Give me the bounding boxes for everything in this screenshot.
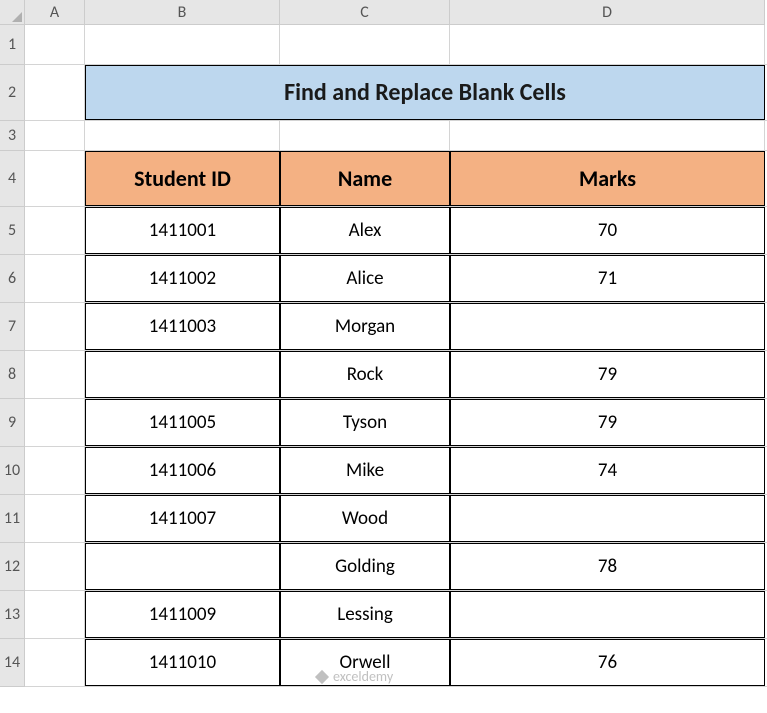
col-header-b[interactable]: B xyxy=(85,0,280,25)
row-header-14[interactable]: 14 xyxy=(0,639,25,687)
table-row: 1411007 Wood xyxy=(25,495,767,543)
table-row: 1411002 Alice 71 xyxy=(25,255,767,303)
cell-name[interactable]: Orwell xyxy=(280,639,450,686)
spreadsheet: A B C D 1 2 3 4 5 6 7 8 9 10 11 12 13 14 xyxy=(0,0,767,713)
cell-a2[interactable] xyxy=(25,65,85,120)
cell-a9[interactable] xyxy=(25,399,85,446)
cell-a10[interactable] xyxy=(25,447,85,494)
cell-marks[interactable]: 76 xyxy=(450,639,765,686)
cell-a14[interactable] xyxy=(25,639,85,686)
cell-d1[interactable] xyxy=(450,25,765,64)
col-header-c[interactable]: C xyxy=(280,0,450,25)
cell-student-id[interactable]: 1411010 xyxy=(85,639,280,686)
cell-name[interactable]: Alex xyxy=(280,207,450,254)
row-header-4[interactable]: 4 xyxy=(0,151,25,207)
cell-a11[interactable] xyxy=(25,495,85,542)
cell-student-id[interactable] xyxy=(85,351,280,398)
cell-name[interactable]: Mike xyxy=(280,447,450,494)
row-headers: 1 2 3 4 5 6 7 8 9 10 11 12 13 14 xyxy=(0,25,25,713)
header-student-id[interactable]: Student ID xyxy=(85,151,280,206)
table-row: 1411010 Orwell 76 xyxy=(25,639,767,687)
row-header-12[interactable]: 12 xyxy=(0,543,25,591)
cell-a3[interactable] xyxy=(25,121,85,150)
cell-d3[interactable] xyxy=(450,121,765,150)
cell-name[interactable]: Alice xyxy=(280,255,450,302)
cell-student-id[interactable]: 1411005 xyxy=(85,399,280,446)
table-row: 1411003 Morgan xyxy=(25,303,767,351)
cell-student-id[interactable]: 1411003 xyxy=(85,303,280,350)
cell-marks[interactable] xyxy=(450,303,765,350)
cells-area: Find and Replace Blank Cells Student ID … xyxy=(25,25,767,713)
cell-marks[interactable] xyxy=(450,591,765,638)
title-cell[interactable]: Find and Replace Blank Cells xyxy=(85,65,765,120)
table-row: 1411006 Mike 74 xyxy=(25,447,767,495)
row-header-2[interactable]: 2 xyxy=(0,65,25,121)
cell-student-id[interactable]: 1411002 xyxy=(85,255,280,302)
header-name[interactable]: Name xyxy=(280,151,450,206)
row-header-3[interactable]: 3 xyxy=(0,121,25,151)
cell-marks[interactable]: 71 xyxy=(450,255,765,302)
cell-a6[interactable] xyxy=(25,255,85,302)
cell-name[interactable]: Lessing xyxy=(280,591,450,638)
col-header-d[interactable]: D xyxy=(450,0,765,25)
cell-a1[interactable] xyxy=(25,25,85,64)
cell-name[interactable]: Tyson xyxy=(280,399,450,446)
cell-a8[interactable] xyxy=(25,351,85,398)
row-header-11[interactable]: 11 xyxy=(0,495,25,543)
cell-name[interactable]: Golding xyxy=(280,543,450,590)
cell-student-id[interactable]: 1411006 xyxy=(85,447,280,494)
cell-b3[interactable] xyxy=(85,121,280,150)
row-header-13[interactable]: 13 xyxy=(0,591,25,639)
cell-a13[interactable] xyxy=(25,591,85,638)
cell-marks[interactable]: 79 xyxy=(450,351,765,398)
cell-student-id[interactable]: 1411007 xyxy=(85,495,280,542)
row-header-8[interactable]: 8 xyxy=(0,351,25,399)
col-header-a[interactable]: A xyxy=(25,0,85,25)
row-header-5[interactable]: 5 xyxy=(0,207,25,255)
cell-marks[interactable]: 79 xyxy=(450,399,765,446)
cell-student-id[interactable]: 1411001 xyxy=(85,207,280,254)
cell-a7[interactable] xyxy=(25,303,85,350)
table-row: 1411001 Alex 70 xyxy=(25,207,767,255)
table-row: 1411005 Tyson 79 xyxy=(25,399,767,447)
cell-marks[interactable]: 70 xyxy=(450,207,765,254)
cell-c3[interactable] xyxy=(280,121,450,150)
cell-student-id[interactable] xyxy=(85,543,280,590)
cell-name[interactable]: Rock xyxy=(280,351,450,398)
row-header-7[interactable]: 7 xyxy=(0,303,25,351)
table-row: 1411009 Lessing xyxy=(25,591,767,639)
cell-marks[interactable] xyxy=(450,495,765,542)
column-headers: A B C D xyxy=(25,0,765,25)
cell-name[interactable]: Wood xyxy=(280,495,450,542)
cell-a5[interactable] xyxy=(25,207,85,254)
cell-student-id[interactable]: 1411009 xyxy=(85,591,280,638)
row-header-6[interactable]: 6 xyxy=(0,255,25,303)
cell-b1[interactable] xyxy=(85,25,280,64)
cell-name[interactable]: Morgan xyxy=(280,303,450,350)
cell-a4[interactable] xyxy=(25,151,85,206)
cell-c1[interactable] xyxy=(280,25,450,64)
row-header-9[interactable]: 9 xyxy=(0,399,25,447)
select-all-corner[interactable] xyxy=(0,0,25,25)
row-header-10[interactable]: 10 xyxy=(0,447,25,495)
cell-a12[interactable] xyxy=(25,543,85,590)
cell-marks[interactable]: 78 xyxy=(450,543,765,590)
table-row: Golding 78 xyxy=(25,543,767,591)
header-marks[interactable]: Marks xyxy=(450,151,765,206)
row-header-1[interactable]: 1 xyxy=(0,25,25,65)
table-row: Rock 79 xyxy=(25,351,767,399)
cell-marks[interactable]: 74 xyxy=(450,447,765,494)
